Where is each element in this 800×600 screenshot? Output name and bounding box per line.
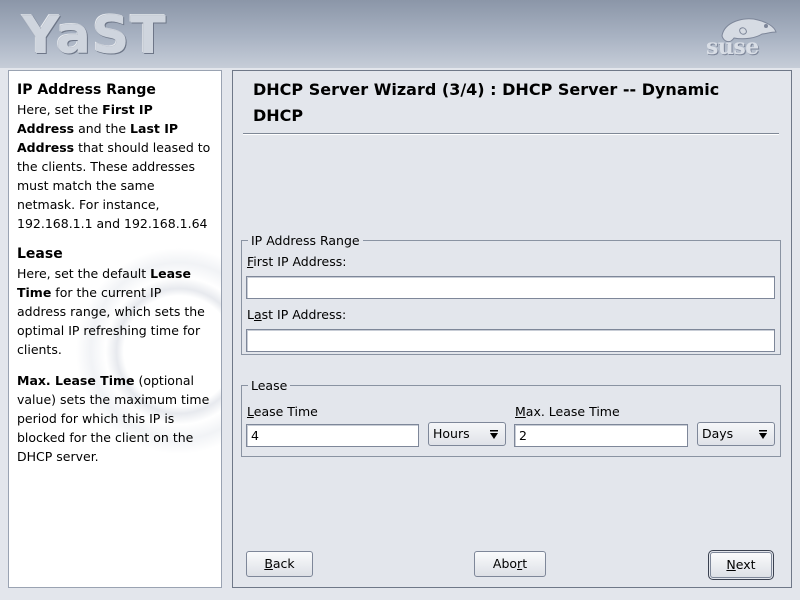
title-divider — [243, 133, 779, 135]
mnemonic-char: M — [515, 404, 526, 419]
last-ip-input[interactable] — [246, 329, 775, 352]
help-text-run: and the — [74, 121, 131, 136]
help-paragraph-ip-range: Here, set the First IP Address and the L… — [17, 100, 213, 233]
yast-logo: YaST — [22, 6, 167, 66]
help-heading-ip-range: IP Address Range — [17, 82, 156, 98]
help-paragraph-max-lease: Max. Lease Time (optional value) sets th… — [17, 371, 213, 466]
button-label: ext — [735, 557, 756, 572]
button-label: Abo — [492, 556, 518, 571]
back-button[interactable]: Back — [246, 551, 313, 577]
button-label: t — [522, 556, 528, 571]
first-ip-label: First IP Address: — [247, 254, 346, 269]
help-text-run: Here, set the default — [17, 266, 151, 281]
max-lease-time-label: Max. Lease Time — [515, 404, 620, 419]
lease-group: Lease Lease Time Hours Max. Lease Time D… — [241, 378, 781, 457]
abort-button[interactable]: Abort — [474, 551, 546, 577]
suse-logo: suse — [706, 34, 759, 60]
label-text: ax. Lease Time — [525, 404, 620, 419]
help-bold-run: Max. Lease Time — [17, 373, 135, 388]
lease-time-label: Lease Time — [247, 404, 318, 419]
lease-time-input[interactable] — [246, 424, 419, 447]
label-text: L — [247, 307, 254, 322]
label-text: irst IP Address: — [253, 254, 347, 269]
mnemonic-char: N — [726, 557, 736, 572]
last-ip-label: Last IP Address: — [247, 307, 346, 322]
next-button[interactable]: Next — [708, 550, 774, 580]
label-text: ease Time — [253, 404, 318, 419]
help-heading-lease: Lease — [17, 246, 63, 262]
dropdown-arrow-icon — [490, 430, 498, 439]
max-lease-time-input[interactable] — [514, 424, 688, 447]
lease-unit-value: Hours — [433, 426, 470, 441]
first-ip-input[interactable] — [246, 276, 775, 299]
ip-range-legend: IP Address Range — [248, 233, 363, 248]
page-title: DHCP Server Wizard (3/4) : DHCP Server -… — [253, 80, 720, 125]
lease-unit-select[interactable]: Hours — [428, 422, 506, 446]
ip-range-group: IP Address Range First IP Address: Last … — [241, 233, 781, 355]
help-paragraph-lease: Here, set the default Lease Time for the… — [17, 264, 213, 359]
mnemonic-char: B — [264, 556, 273, 571]
dropdown-arrow-icon — [759, 430, 767, 439]
lease-legend: Lease — [248, 378, 291, 393]
wizard-panel: DHCP Server Wizard (3/4) : DHCP Server -… — [232, 70, 792, 588]
max-lease-unit-select[interactable]: Days — [697, 422, 775, 446]
mnemonic-char: a — [253, 307, 262, 322]
mnemonic-char: L — [247, 404, 254, 419]
max-lease-unit-value: Days — [702, 426, 734, 441]
help-text-run: Here, set the — [17, 102, 103, 117]
help-text: IP Address Range Here, set the First IP … — [9, 71, 221, 466]
label-text: st IP Address: — [261, 307, 347, 322]
help-panel: IP Address Range Here, set the First IP … — [8, 70, 222, 588]
button-label: ack — [272, 556, 295, 571]
header-banner: YaST suse — [0, 0, 800, 68]
